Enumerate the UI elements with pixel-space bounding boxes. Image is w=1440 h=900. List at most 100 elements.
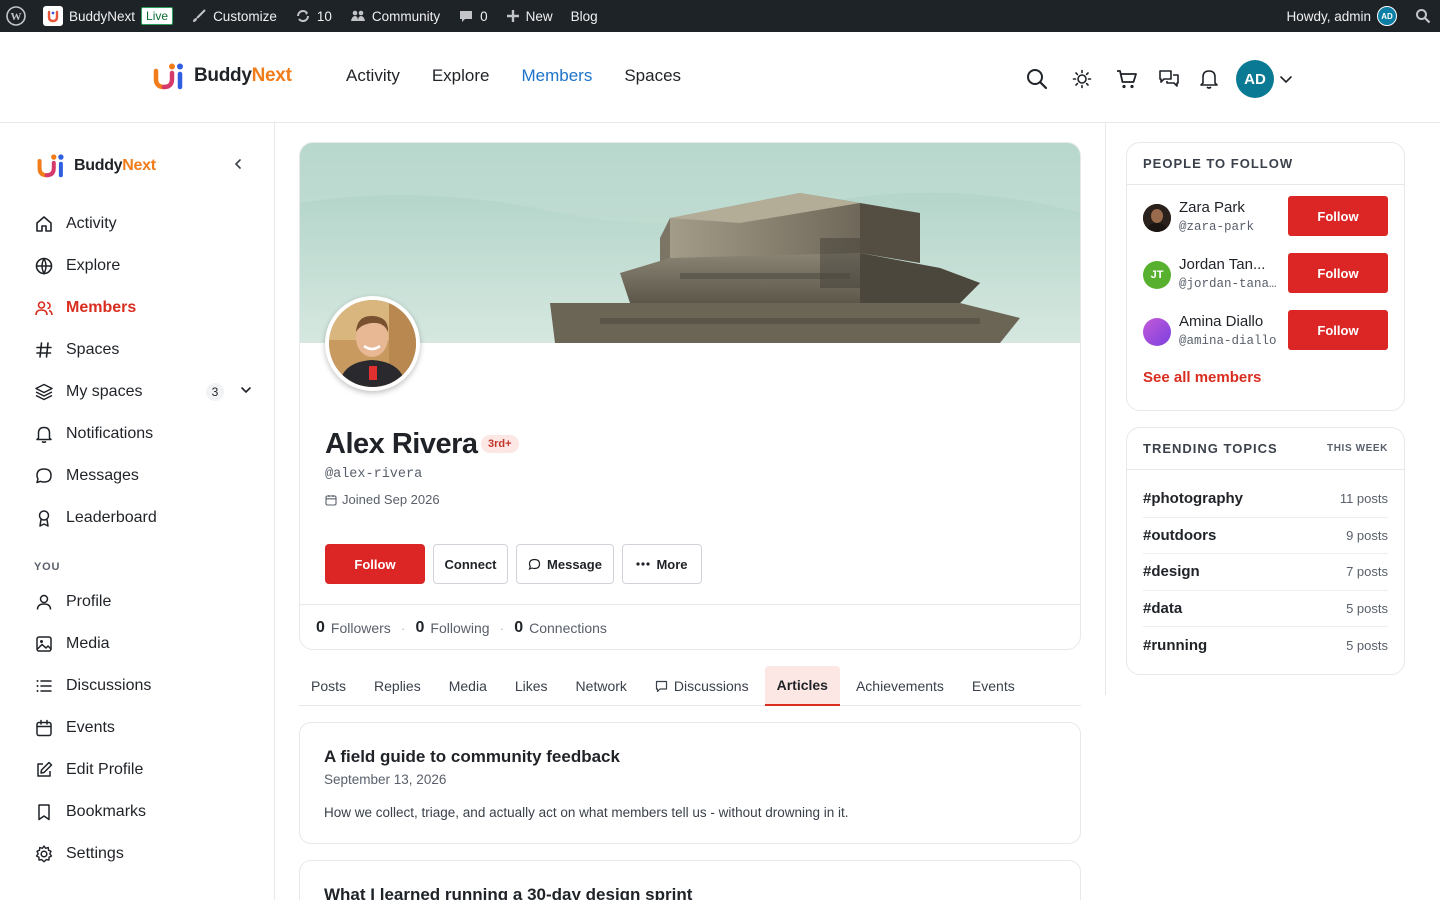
- suggested-member: JT Jordan Tan... @jordan-tana… Follow: [1127, 247, 1404, 304]
- main-nav-spaces[interactable]: Spaces: [624, 66, 681, 86]
- see-all-members-link[interactable]: See all members: [1127, 361, 1404, 386]
- article-title[interactable]: What I learned running a 30-day design s…: [324, 885, 1056, 900]
- follow-button[interactable]: Follow: [1288, 253, 1388, 293]
- tab-discussions[interactable]: Discussions: [643, 666, 761, 706]
- sidebar-item-messages[interactable]: Messages: [34, 455, 259, 497]
- sidebar-item-label: Notifications: [66, 425, 154, 442]
- chevron-down-icon[interactable]: [240, 384, 252, 396]
- main-nav-members[interactable]: Members: [521, 66, 592, 86]
- community-icon: [350, 10, 365, 21]
- main-nav-activity[interactable]: Activity: [346, 66, 400, 86]
- follow-button[interactable]: Follow: [1288, 310, 1388, 350]
- chat-icon: [36, 468, 52, 484]
- trending-topic[interactable]: #design 7 posts: [1143, 554, 1388, 591]
- sidebar-item-label: Edit Profile: [66, 761, 144, 778]
- edit-icon: [37, 761, 53, 777]
- admin-search-icon[interactable]: [1406, 0, 1440, 32]
- topic-count: 5 posts: [1346, 600, 1388, 616]
- sidebar-item-notifications[interactable]: Notifications: [34, 413, 259, 455]
- profile-stats: 0 Followers · 0 Following · 0 Connection…: [300, 604, 1080, 649]
- sidebar-collapse-chevron-left-icon[interactable]: [229, 155, 247, 173]
- article-card[interactable]: A field guide to community feedback Sept…: [299, 722, 1081, 844]
- member-avatar[interactable]: [1143, 318, 1171, 346]
- tab-likes[interactable]: Likes: [503, 666, 560, 706]
- sidebar-logo[interactable]: Buddy Next: [36, 153, 156, 178]
- bell-icon: [36, 426, 52, 443]
- sidebar-item-profile[interactable]: Profile: [34, 581, 259, 623]
- globe-icon: [35, 257, 53, 275]
- following-label[interactable]: Following: [430, 620, 489, 636]
- theme-toggle-sun-icon[interactable]: [1069, 66, 1095, 92]
- sidebar-item-label: Members: [66, 299, 137, 316]
- more-button-label: More: [656, 556, 688, 572]
- admin-account-menu[interactable]: Howdy, admin AD: [1277, 0, 1406, 32]
- tab-posts[interactable]: Posts: [299, 666, 358, 706]
- sidebar-item-activity[interactable]: Activity: [34, 203, 259, 245]
- admin-new-link[interactable]: New: [497, 0, 562, 32]
- cover-image: [300, 143, 1080, 343]
- tab-network[interactable]: Network: [564, 666, 639, 706]
- sidebar-item-label: Settings: [66, 845, 124, 862]
- more-button[interactable]: More: [622, 544, 702, 584]
- suggested-member: Zara Park @zara-park Follow: [1127, 190, 1404, 247]
- tab-replies[interactable]: Replies: [362, 666, 433, 706]
- trending-topic[interactable]: #running 5 posts: [1143, 627, 1388, 664]
- main-nav-explore[interactable]: Explore: [432, 66, 490, 86]
- tab-media[interactable]: Media: [437, 666, 499, 706]
- follow-button[interactable]: Follow: [1288, 196, 1388, 236]
- notifications-bell-icon[interactable]: [1196, 66, 1222, 92]
- sidebar-item-media[interactable]: Media: [34, 623, 259, 665]
- sidebar-item-explore[interactable]: Explore: [34, 245, 259, 287]
- trending-topic[interactable]: #photography 11 posts: [1143, 481, 1388, 518]
- user-avatar[interactable]: AD: [1236, 60, 1274, 98]
- article-card[interactable]: What I learned running a 30-day design s…: [299, 860, 1081, 900]
- followers-label[interactable]: Followers: [331, 620, 391, 636]
- connect-button[interactable]: Connect: [433, 544, 508, 584]
- trending-topic[interactable]: #outdoors 9 posts: [1143, 518, 1388, 554]
- profile-actions: Follow Connect Message More: [325, 544, 702, 584]
- layers-icon: [35, 383, 53, 401]
- trending-topic[interactable]: #data 5 posts: [1143, 591, 1388, 627]
- stats-separator: ·: [400, 620, 406, 636]
- sidebar-item-leaderboard[interactable]: Leaderboard: [34, 497, 259, 539]
- tab-articles[interactable]: Articles: [764, 666, 840, 706]
- following-count: 0: [415, 619, 425, 636]
- article-title[interactable]: A field guide to community feedback: [324, 747, 1056, 767]
- bookmark-icon: [38, 804, 50, 821]
- admin-updates-link[interactable]: 10: [286, 0, 341, 32]
- member-name[interactable]: Amina Diallo: [1179, 313, 1263, 330]
- message-button[interactable]: Message: [516, 544, 614, 584]
- admin-community-link[interactable]: Community: [341, 0, 449, 32]
- admin-blog-link[interactable]: Blog: [562, 0, 607, 32]
- sidebar-item-spaces[interactable]: Spaces: [34, 329, 259, 371]
- chevron-down-icon[interactable]: [1278, 66, 1294, 92]
- sidebar-item-members[interactable]: Members: [34, 287, 259, 329]
- wordpress-logo-icon[interactable]: W: [0, 0, 34, 32]
- cart-icon[interactable]: [1114, 66, 1140, 92]
- sidebar-item-settings[interactable]: Settings: [34, 833, 259, 875]
- admin-comments-link[interactable]: 0: [449, 0, 497, 32]
- tab-events[interactable]: Events: [960, 666, 1027, 706]
- admin-customize-link[interactable]: Customize: [182, 0, 286, 32]
- message-bubble-icon: [528, 558, 541, 570]
- people-to-follow-title: PEOPLE TO FOLLOW: [1143, 156, 1294, 171]
- site-logo[interactable]: Buddy Next: [152, 62, 292, 90]
- member-avatar[interactable]: JT: [1143, 261, 1171, 289]
- member-avatar[interactable]: [1143, 204, 1171, 232]
- sidebar-item-my-spaces[interactable]: My spaces 3: [34, 371, 259, 413]
- tab-achievements[interactable]: Achievements: [844, 666, 956, 706]
- sidebar-item-discussions[interactable]: Discussions: [34, 665, 259, 707]
- sidebar-item-events[interactable]: Events: [34, 707, 259, 749]
- sidebar-item-edit-profile[interactable]: Edit Profile: [34, 749, 259, 791]
- stats-separator: ·: [499, 620, 505, 636]
- member-name[interactable]: Zara Park: [1179, 199, 1245, 216]
- member-name[interactable]: Jordan Tan...: [1179, 256, 1265, 273]
- connections-label[interactable]: Connections: [529, 620, 607, 636]
- messages-icon[interactable]: [1156, 66, 1182, 92]
- sidebar-item-bookmarks[interactable]: Bookmarks: [34, 791, 259, 833]
- admin-site-link[interactable]: BuddyNext Live: [34, 0, 182, 32]
- degree-badge: 3rd+: [481, 435, 519, 453]
- search-icon[interactable]: [1024, 66, 1050, 92]
- follow-button[interactable]: Follow: [325, 544, 425, 584]
- profile-avatar[interactable]: [325, 296, 420, 391]
